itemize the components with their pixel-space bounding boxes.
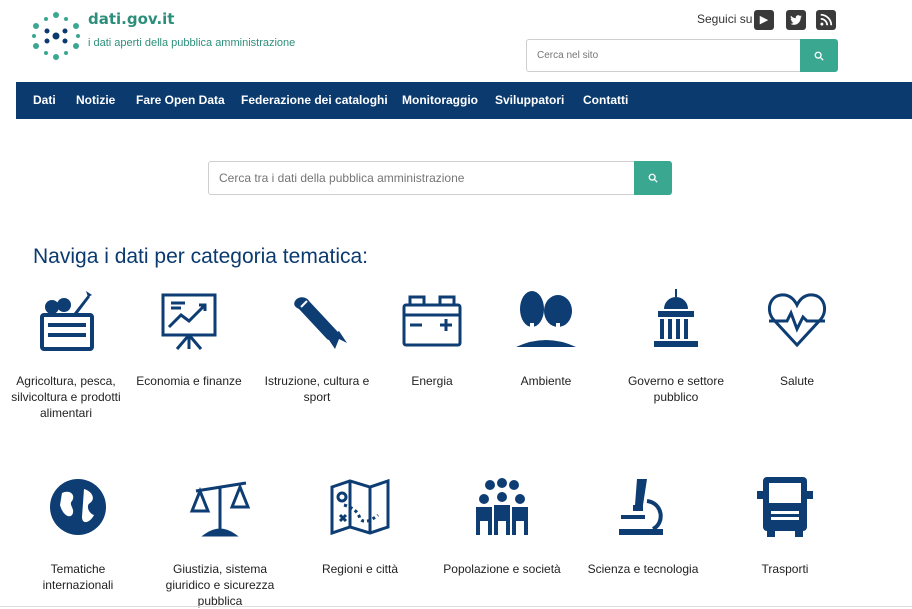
follow-label: Seguici su (697, 12, 753, 26)
category-governo[interactable]: Governo e settore pubblico (616, 287, 736, 405)
nav-item-federazione[interactable]: Federazione dei cataloghi (241, 93, 388, 107)
category-label: Energia (411, 374, 453, 388)
truck-icon (757, 477, 813, 537)
site-search-button[interactable] (800, 39, 838, 72)
dati-logo-icon[interactable] (30, 10, 82, 62)
chart-board-icon (161, 293, 217, 350)
divider (0, 606, 912, 607)
globe-icon (50, 479, 106, 535)
nav-item-fare-open-data[interactable]: Fare Open Data (136, 93, 225, 107)
site-name[interactable]: dati.gov.it (88, 10, 174, 28)
search-icon (814, 51, 824, 61)
trees-icon (516, 291, 576, 347)
category-label: Governo e settore pubblico (627, 374, 725, 404)
crate-vegetables-icon (40, 291, 94, 351)
site-tagline: i dati aperti della pubblica amministraz… (88, 37, 296, 49)
search-icon (648, 173, 658, 183)
youtube-icon[interactable]: ▶ (754, 10, 774, 30)
people-icon (476, 478, 528, 535)
twitter-icon[interactable] (786, 10, 806, 30)
category-internazionali[interactable]: Tematiche internazionali (18, 475, 138, 593)
category-regioni[interactable]: Regioni e città (300, 475, 420, 577)
category-economia[interactable]: Economia e finanze (129, 287, 249, 389)
nav-item-monitoraggio[interactable]: Monitoraggio (402, 93, 478, 107)
category-giustizia[interactable]: Giustizia, sistema giuridico e sicurezza… (160, 475, 280, 609)
category-label: Trasporti (761, 562, 809, 576)
category-label: Agricoltura, pesca, silvicoltura e prodo… (11, 374, 121, 420)
category-salute[interactable]: Salute (737, 287, 857, 389)
category-popolazione[interactable]: Popolazione e società (442, 475, 562, 577)
scales-icon (189, 481, 251, 537)
category-istruzione[interactable]: Istruzione, cultura e sport (257, 287, 377, 405)
category-energia[interactable]: Energia (372, 287, 492, 389)
map-icon (330, 478, 390, 536)
category-label: Regioni e città (321, 562, 399, 576)
category-label: Ambiente (520, 374, 572, 388)
category-label: Popolazione e società (443, 562, 561, 576)
category-trasporti[interactable]: Trasporti (725, 475, 845, 577)
microscope-icon (619, 479, 663, 535)
heartbeat-icon (768, 293, 826, 348)
rss-icon[interactable] (816, 10, 836, 30)
category-ambiente[interactable]: Ambiente (486, 287, 606, 389)
site-search-input[interactable] (526, 39, 800, 72)
category-label: Salute (779, 374, 815, 388)
nav-item-contatti[interactable]: Contatti (583, 93, 628, 107)
nav-item-sviluppatori[interactable]: Sviluppatori (495, 93, 564, 107)
data-search-input[interactable] (208, 161, 634, 195)
category-scienza[interactable]: Scienza e tecnologia (583, 475, 703, 577)
category-label: Istruzione, cultura e sport (264, 374, 370, 404)
category-label: Tematiche internazionali (42, 562, 114, 592)
nav-item-dati[interactable]: Dati (33, 93, 56, 107)
nav-item-notizie[interactable]: Notizie (76, 93, 115, 107)
category-label: Giustizia, sistema giuridico e sicurezza… (165, 562, 275, 608)
battery-icon (402, 295, 462, 347)
section-title: Naviga i dati per categoria tematica: (33, 245, 369, 268)
diploma-icon (294, 297, 347, 349)
category-label: Scienza e tecnologia (587, 562, 699, 576)
data-search-button[interactable] (634, 161, 672, 195)
category-agricoltura[interactable]: Agricoltura, pesca, silvicoltura e prodo… (6, 287, 126, 421)
capitol-icon (654, 289, 698, 347)
main-navigation: Dati Notizie Fare Open Data Federazione … (16, 82, 912, 119)
category-label: Economia e finanze (136, 374, 242, 388)
